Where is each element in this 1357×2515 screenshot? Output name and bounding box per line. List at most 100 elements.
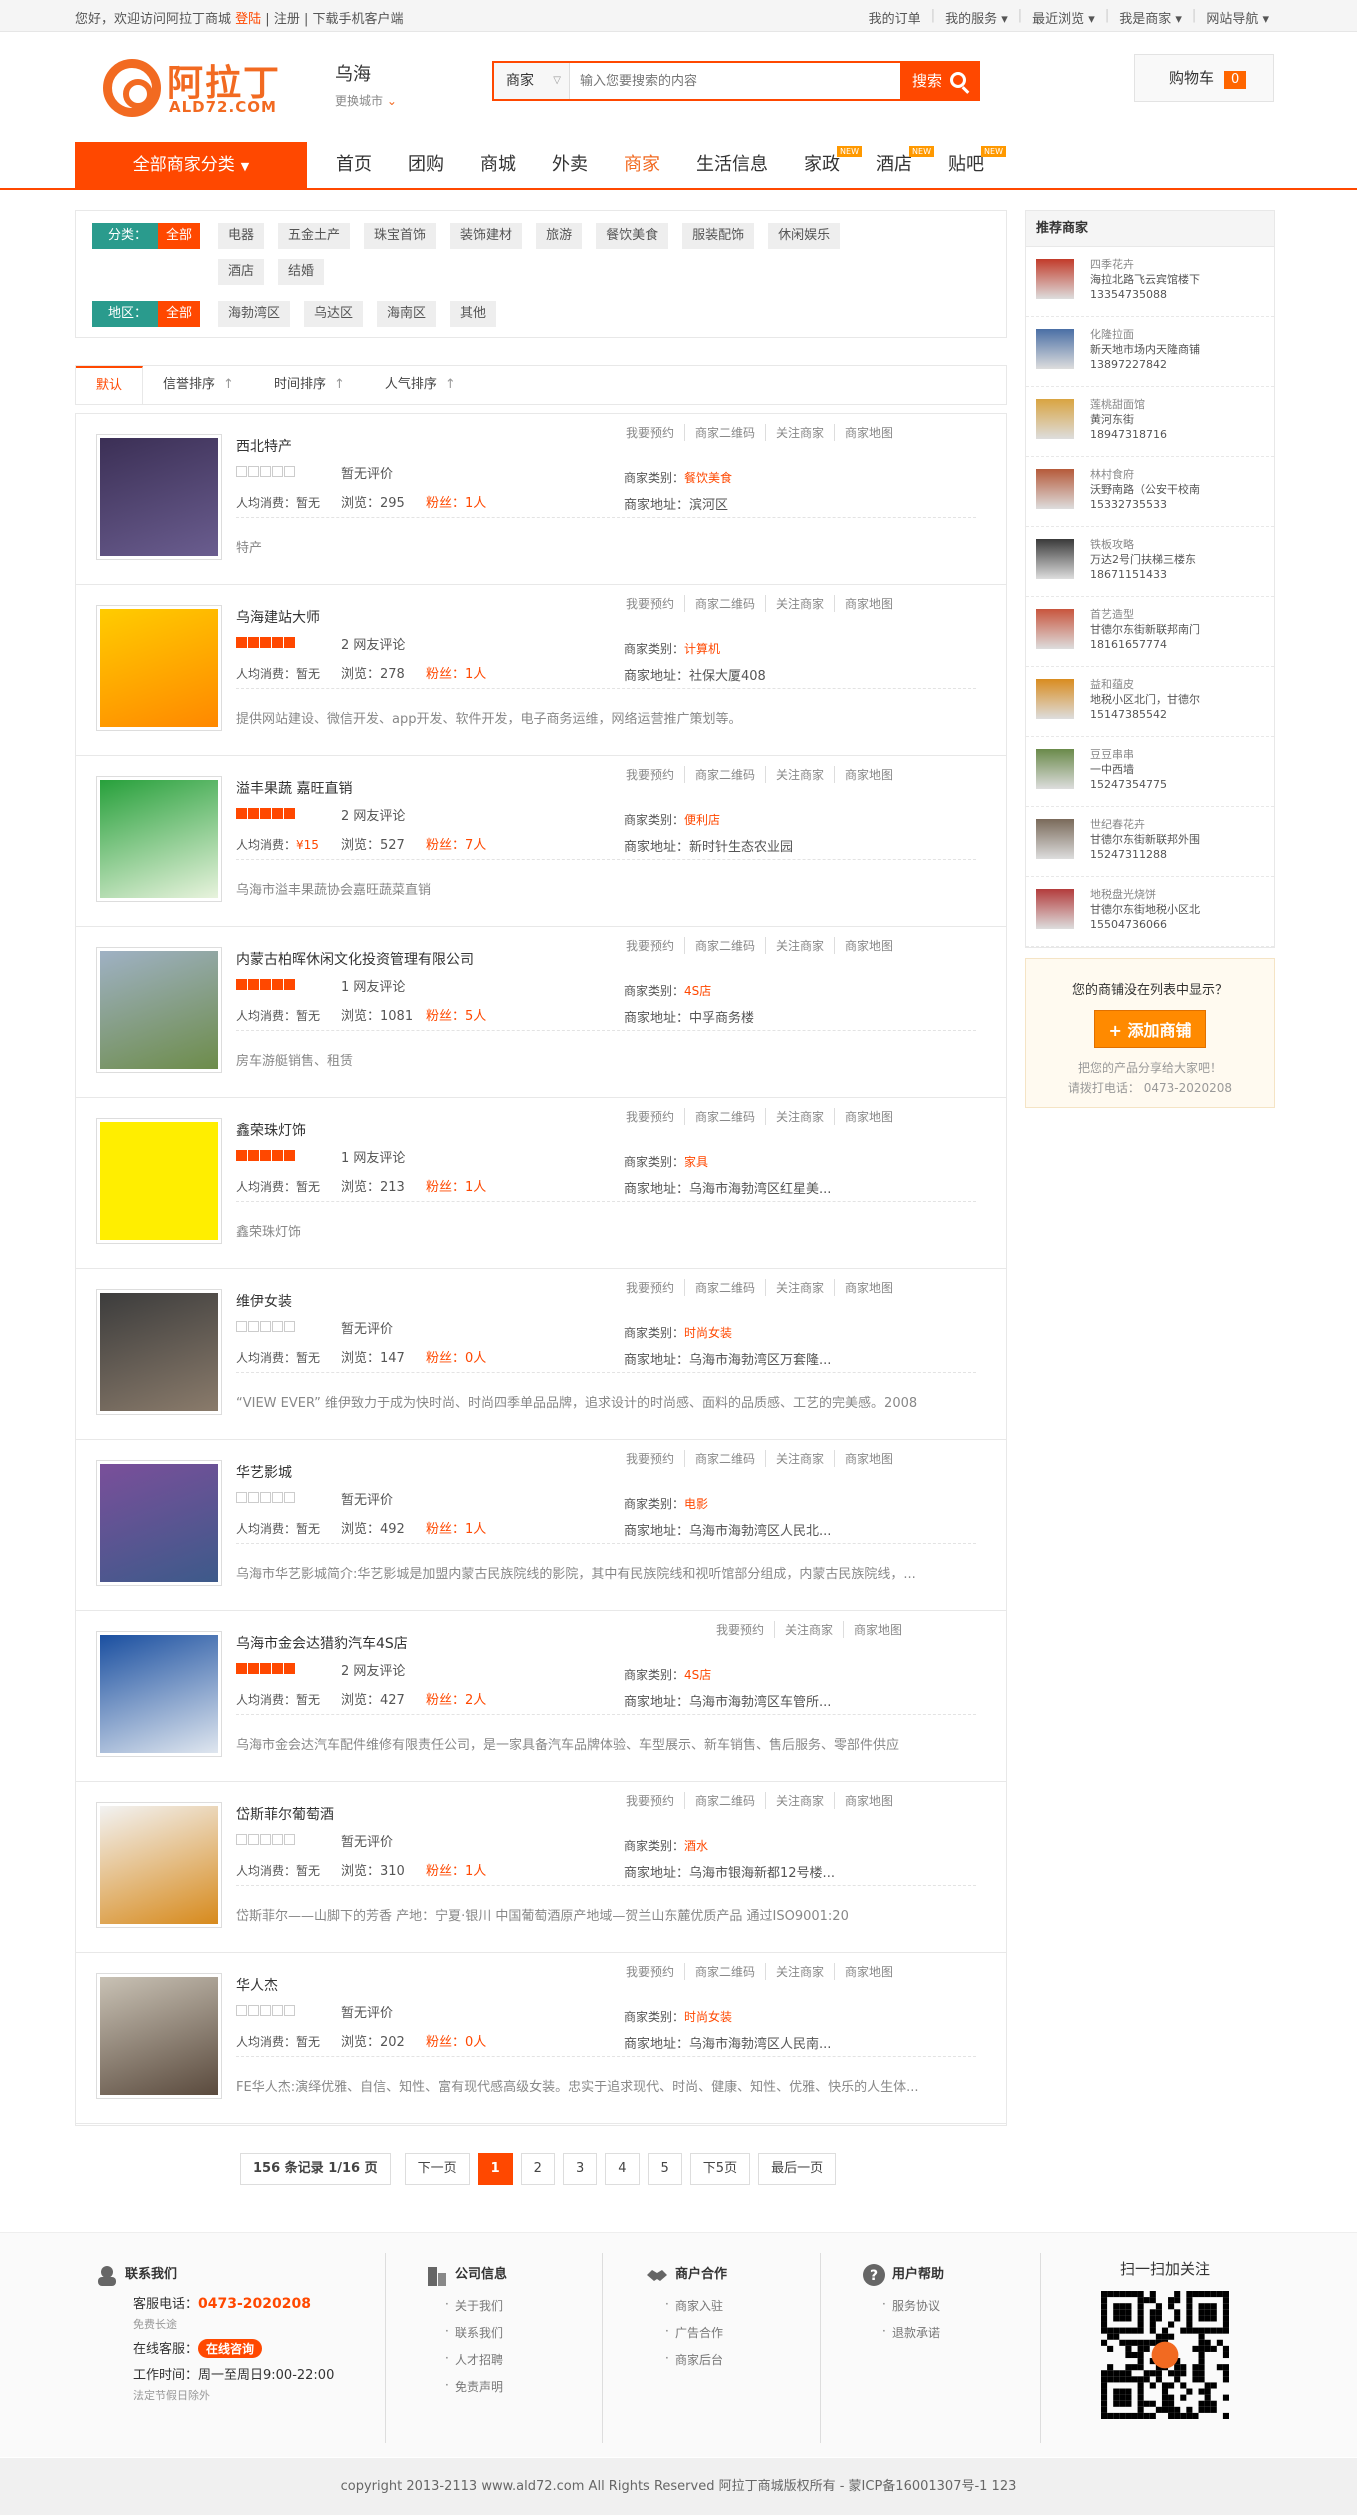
review-count[interactable]: 2 网友评论 bbox=[341, 1660, 405, 1679]
category-tag[interactable]: 珠宝首饰 bbox=[364, 223, 437, 249]
follow-link[interactable]: 关注商家 bbox=[766, 1279, 836, 1296]
merchant-thumbnail[interactable] bbox=[96, 1631, 222, 1757]
recommended-shop[interactable]: 林村食府 沃野南路（公安干校南 15332735533 bbox=[1026, 457, 1274, 527]
refund-policy-link[interactable]: 退款承诺 bbox=[862, 2324, 944, 2341]
shop-thumbnail[interactable] bbox=[1036, 539, 1074, 579]
nav-housekeeping[interactable]: 家政 NEW bbox=[786, 142, 862, 188]
follow-link[interactable]: 关注商家 bbox=[766, 1108, 836, 1125]
shop-name[interactable]: 莲桃甜面馆 bbox=[1090, 397, 1270, 412]
follow-link[interactable]: 关注商家 bbox=[766, 766, 836, 783]
sort-popularity[interactable]: 人气排序 ↑ bbox=[365, 366, 476, 404]
nav-life-info[interactable]: 生活信息 bbox=[678, 142, 786, 188]
about-us-link[interactable]: 关于我们 bbox=[425, 2297, 507, 2314]
recommended-shop[interactable]: 益和蕴皮 地税小区北门，甘德尔 15147385542 bbox=[1026, 667, 1274, 737]
shop-thumbnail[interactable] bbox=[1036, 469, 1074, 509]
shop-thumbnail[interactable] bbox=[1036, 889, 1074, 929]
follow-link[interactable]: 关注商家 bbox=[766, 1792, 836, 1809]
my-orders-link[interactable]: 我的订单 bbox=[869, 8, 921, 27]
merchant-name[interactable]: 岱斯菲尔葡萄酒 bbox=[236, 1804, 334, 1824]
reserve-link[interactable]: 我要预约 bbox=[616, 1963, 686, 1980]
merchant-thumbnail[interactable] bbox=[96, 1460, 222, 1586]
review-count[interactable]: 2 网友评论 bbox=[341, 634, 405, 653]
merchant-thumbnail[interactable] bbox=[96, 1289, 222, 1415]
merchant-thumbnail[interactable] bbox=[96, 1973, 222, 2099]
search-button[interactable]: 搜索 bbox=[900, 63, 978, 99]
download-app-link[interactable]: 下载手机客户端 bbox=[313, 12, 404, 27]
recommended-shop[interactable]: 四季花卉 海拉北路飞云宾馆楼下 13354735088 bbox=[1026, 247, 1274, 317]
map-link[interactable]: 商家地图 bbox=[835, 1108, 903, 1125]
category-tag[interactable]: 餐饮美食 bbox=[596, 223, 669, 249]
page-3[interactable]: 3 bbox=[562, 2153, 598, 2185]
merchant-thumbnail[interactable] bbox=[96, 947, 222, 1073]
last-page-button[interactable]: 最后一页 bbox=[758, 2153, 837, 2185]
map-link[interactable]: 商家地图 bbox=[835, 424, 903, 441]
merchant-thumbnail[interactable] bbox=[96, 1118, 222, 1244]
reserve-link[interactable]: 我要预约 bbox=[616, 1450, 686, 1467]
reserve-link[interactable]: 我要预约 bbox=[616, 595, 686, 612]
sort-credit[interactable]: 信誉排序 ↑ bbox=[143, 366, 254, 404]
sort-time[interactable]: 时间排序 ↑ bbox=[254, 366, 365, 404]
merchant-name[interactable]: 乌海建站大师 bbox=[236, 607, 320, 627]
city-selector[interactable]: 乌海 更换城市 ⌄ bbox=[335, 60, 397, 109]
merchant-name[interactable]: 华人杰 bbox=[236, 1975, 278, 1995]
next-5-button[interactable]: 下5页 bbox=[689, 2153, 751, 2185]
recommended-shop[interactable]: 豆豆串串 一中西墙 15247354775 bbox=[1026, 737, 1274, 807]
category-tag[interactable]: 结婚 bbox=[278, 259, 325, 285]
i-am-merchant-link[interactable]: 我是商家 ▾ bbox=[1119, 8, 1182, 27]
page-1[interactable]: 1 bbox=[477, 2153, 513, 2185]
merchant-name[interactable]: 内蒙古柏晖休闲文化投资管理有限公司 bbox=[236, 949, 474, 969]
disclaimer-link[interactable]: 免责声明 bbox=[425, 2378, 507, 2395]
my-services-link[interactable]: 我的服务 ▾ bbox=[945, 8, 1008, 27]
shop-name[interactable]: 四季花卉 bbox=[1090, 257, 1270, 272]
sort-default[interactable]: 默认 bbox=[76, 366, 144, 404]
area-tag[interactable]: 海勃湾区 bbox=[218, 301, 291, 327]
category-tag[interactable]: 酒店 bbox=[218, 259, 265, 285]
contact-us-link[interactable]: 联系我们 bbox=[425, 2324, 507, 2341]
search-type-select[interactable]: 商家 ▽ bbox=[494, 63, 570, 99]
recent-views-link[interactable]: 最近浏览 ▾ bbox=[1032, 8, 1095, 27]
category-tag[interactable]: 服装配饰 bbox=[682, 223, 755, 249]
merchant-qr-link[interactable]: 商家二维码 bbox=[685, 1108, 767, 1125]
review-count[interactable]: 1 网友评论 bbox=[341, 1147, 405, 1166]
area-all[interactable]: 全部 bbox=[158, 301, 200, 327]
category-tag[interactable]: 旅游 bbox=[536, 223, 583, 249]
merchant-thumbnail[interactable] bbox=[96, 605, 222, 731]
merchant-qr-link[interactable]: 商家二维码 bbox=[685, 766, 767, 783]
shop-name[interactable]: 豆豆串串 bbox=[1090, 747, 1270, 762]
shop-name[interactable]: 化隆拉面 bbox=[1090, 327, 1270, 342]
nav-takeout[interactable]: 外卖 bbox=[534, 142, 606, 188]
merchant-name[interactable]: 西北特产 bbox=[236, 436, 292, 456]
merchant-thumbnail[interactable] bbox=[96, 434, 222, 560]
review-count[interactable]: 暂无评价 bbox=[341, 1489, 393, 1508]
shop-thumbnail[interactable] bbox=[1036, 259, 1074, 299]
shop-name[interactable]: 首艺造型 bbox=[1090, 607, 1270, 622]
reserve-link[interactable]: 我要预约 bbox=[616, 424, 686, 441]
search-input[interactable] bbox=[580, 71, 880, 91]
review-count[interactable]: 暂无评价 bbox=[341, 2002, 393, 2021]
ad-partnership-link[interactable]: 广告合作 bbox=[645, 2324, 727, 2341]
shop-name[interactable]: 益和蕴皮 bbox=[1090, 677, 1270, 692]
shop-thumbnail[interactable] bbox=[1036, 679, 1074, 719]
login-link[interactable]: 登陆 bbox=[235, 12, 261, 27]
category-tag[interactable]: 五金土产 bbox=[278, 223, 351, 249]
recommended-shop[interactable]: 世纪春花卉 甘德尔东街新联邦外围 15247311288 bbox=[1026, 807, 1274, 877]
merchant-qr-link[interactable]: 商家二维码 bbox=[685, 1792, 767, 1809]
map-link[interactable]: 商家地图 bbox=[835, 937, 903, 954]
page-4[interactable]: 4 bbox=[605, 2153, 640, 2185]
category-tag[interactable]: 休闲娱乐 bbox=[768, 223, 841, 249]
online-chat-button[interactable]: 在线咨询 bbox=[198, 2339, 263, 2358]
shop-thumbnail[interactable] bbox=[1036, 609, 1074, 649]
register-link[interactable]: 注册 bbox=[274, 12, 300, 27]
add-shop-button[interactable]: + 添加商铺 bbox=[1093, 1010, 1207, 1048]
merchant-thumbnail[interactable] bbox=[96, 1802, 222, 1928]
reserve-link[interactable]: 我要预约 bbox=[706, 1621, 776, 1638]
merchant-thumbnail[interactable] bbox=[96, 776, 222, 902]
map-link[interactable]: 商家地图 bbox=[835, 1279, 903, 1296]
recommended-shop[interactable]: 铁板攻略 万达2号门扶梯三楼东 18671151433 bbox=[1026, 527, 1274, 597]
shop-name[interactable]: 世纪春花卉 bbox=[1090, 817, 1270, 832]
merchant-name[interactable]: 鑫荣珠灯饰 bbox=[236, 1120, 306, 1140]
recommended-shop[interactable]: 地税盘光烧饼 甘德尔东街地税小区北 15504736066 bbox=[1026, 877, 1274, 947]
nav-forum[interactable]: 贴吧 NEW bbox=[930, 142, 1006, 188]
shop-thumbnail[interactable] bbox=[1036, 329, 1074, 369]
map-link[interactable]: 商家地图 bbox=[835, 1450, 903, 1467]
